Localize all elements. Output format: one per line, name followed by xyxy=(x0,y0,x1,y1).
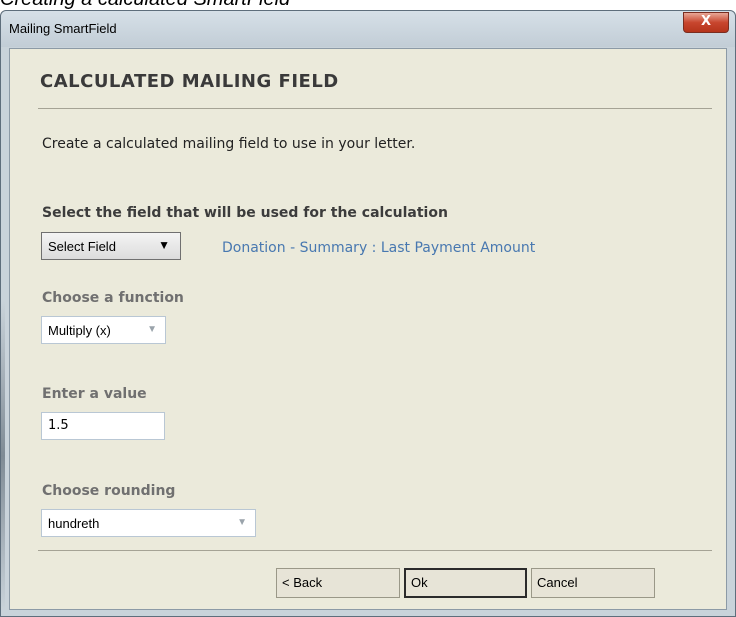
figure-caption: Creating a calculated SmartField xyxy=(0,0,290,10)
rounding-select-value: hundreth xyxy=(48,516,100,531)
window-edge xyxy=(1,301,5,611)
ok-button[interactable]: Ok xyxy=(404,568,527,598)
footer-divider xyxy=(38,550,712,551)
window-title: Mailing SmartField xyxy=(9,21,117,36)
close-button[interactable]: X xyxy=(683,12,729,33)
title-bar[interactable]: Mailing SmartField X xyxy=(1,11,735,47)
value-label: Enter a value xyxy=(42,386,147,402)
dialog-description: Create a calculated mailing field to use… xyxy=(42,136,416,152)
dialog-content: CALCULATED MAILING FIELD Create a calcul… xyxy=(9,48,727,610)
field-select-value: Select Field xyxy=(48,239,116,254)
field-select-label: Select the field that will be used for t… xyxy=(42,205,448,221)
selected-field-text: Donation - Summary : Last Payment Amount xyxy=(222,240,536,256)
chevron-down-icon: ▼ xyxy=(147,324,157,335)
heading-divider xyxy=(38,108,712,109)
function-select-value: Multiply (x) xyxy=(48,323,111,338)
rounding-label: Choose rounding xyxy=(42,483,176,499)
value-input[interactable]: 1.5 xyxy=(41,412,165,440)
back-button[interactable]: < Back xyxy=(276,568,400,598)
cancel-button[interactable]: Cancel xyxy=(531,568,655,598)
chevron-down-icon: ▼ xyxy=(237,517,247,528)
dialog-window: Mailing SmartField X CALCULATED MAILING … xyxy=(0,10,736,617)
close-icon: X xyxy=(700,14,712,29)
rounding-select[interactable]: hundreth ▼ xyxy=(41,509,256,537)
field-select-dropdown[interactable]: Select Field ▼ xyxy=(41,232,181,260)
page-title: CALCULATED MAILING FIELD xyxy=(40,71,339,92)
function-label: Choose a function xyxy=(42,290,184,306)
chevron-down-icon: ▼ xyxy=(158,238,170,252)
function-select[interactable]: Multiply (x) ▼ xyxy=(41,316,166,344)
